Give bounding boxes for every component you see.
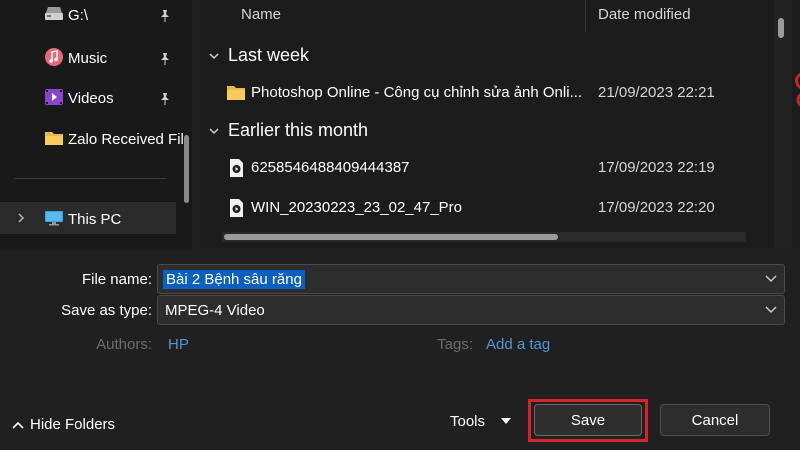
pc-icon	[45, 211, 63, 226]
video-file-icon	[230, 159, 243, 177]
vertical-scrollbar-thumb[interactable]	[778, 18, 784, 38]
tools-menu[interactable]: Tools	[450, 413, 485, 430]
chevron-down-icon[interactable]	[765, 275, 777, 283]
nav-item-label: Music	[68, 50, 108, 67]
chevron-up-icon	[12, 421, 24, 429]
authors-label: Authors:	[96, 336, 152, 353]
column-header-date-modified[interactable]: Date modified	[598, 6, 691, 40]
save-as-type-label: Save as type:	[61, 302, 152, 319]
nav-item-music[interactable]: Music	[0, 41, 178, 73]
drive-icon	[45, 7, 63, 20]
nav-item-videos[interactable]: Videos	[0, 81, 178, 113]
navigation-pane: G:\ Music Videos Zalo Received Fil This …	[0, 0, 192, 250]
pin-icon[interactable]	[158, 92, 172, 106]
save-as-type-select[interactable]: MPEG-4 Video	[157, 295, 785, 325]
save-form: File name: Bài 2 Bệnh sâu răng Save as t…	[0, 250, 800, 450]
video-file-icon	[230, 199, 243, 217]
file-name-label: File name:	[81, 271, 152, 288]
column-header-name[interactable]: Name	[241, 6, 281, 40]
cancel-button[interactable]: Cancel	[660, 404, 770, 436]
nav-item-this-pc[interactable]: This PC	[0, 202, 176, 234]
pin-icon[interactable]	[158, 9, 172, 23]
videos-icon	[45, 89, 63, 105]
tags-label: Tags:	[437, 336, 473, 353]
group-title: Earlier this month	[228, 120, 369, 140]
nav-item-zalo-received[interactable]: Zalo Received Fil	[0, 122, 184, 154]
nav-item-label: Videos	[68, 90, 114, 107]
folder-icon	[227, 86, 245, 100]
file-name-field[interactable]: Bài 2 Bệnh sâu răng	[157, 264, 785, 294]
pin-icon[interactable]	[158, 52, 172, 66]
hide-folders-button[interactable]: Hide Folders	[12, 416, 115, 433]
file-list: Name Date modified Last week Photoshop O…	[200, 0, 800, 248]
list-item[interactable]: Photoshop Online - Công cụ chỉnh sửa ảnh…	[220, 77, 780, 109]
group-header-last-week[interactable]: Last week	[208, 45, 309, 66]
file-name: WIN_20230223_23_02_47_Pro	[251, 199, 463, 216]
caret-down-icon[interactable]	[501, 418, 511, 424]
file-date: 17/09/2023 22:20	[598, 199, 715, 216]
horizontal-scrollbar-thumb[interactable]	[224, 234, 558, 240]
save-as-type-value: MPEG-4 Video	[165, 302, 265, 319]
file-name: Photoshop Online - Công cụ chỉnh sửa ảnh…	[251, 84, 583, 101]
nav-item-g-drive[interactable]: G:\	[0, 0, 178, 32]
chevron-down-icon[interactable]	[208, 125, 220, 137]
file-name: 6258546488409444387	[251, 159, 410, 176]
chevron-down-icon[interactable]	[765, 306, 777, 314]
nav-item-label: This PC	[68, 211, 122, 228]
list-item[interactable]: WIN_20230223_23_02_47_Pro 17/09/2023 22:…	[220, 192, 780, 224]
hide-folders-label: Hide Folders	[30, 416, 116, 433]
nav-item-label: Zalo Received Fil	[68, 131, 184, 148]
group-title: Last week	[228, 45, 310, 65]
nav-divider	[14, 178, 166, 179]
chevron-down-icon[interactable]	[208, 50, 220, 62]
file-date: 21/09/2023 22:21	[598, 84, 715, 101]
group-header-earlier-this-month[interactable]: Earlier this month	[208, 120, 368, 141]
file-date: 17/09/2023 22:19	[598, 159, 715, 176]
chevron-right-icon[interactable]	[16, 213, 26, 223]
music-icon	[45, 48, 63, 66]
background-edge-mark	[795, 73, 800, 107]
column-divider[interactable]	[585, 0, 586, 32]
file-name-value[interactable]: Bài 2 Bệnh sâu răng	[163, 270, 305, 289]
nav-scrollbar-thumb[interactable]	[184, 135, 189, 203]
list-item[interactable]: 6258546488409444387 17/09/2023 22:19	[220, 152, 780, 184]
add-tag-link[interactable]: Add a tag	[486, 336, 550, 353]
authors-value[interactable]: HP	[168, 336, 189, 353]
save-button[interactable]: Save	[534, 404, 642, 436]
nav-item-label: G:\	[68, 7, 89, 24]
folder-icon	[45, 132, 63, 145]
